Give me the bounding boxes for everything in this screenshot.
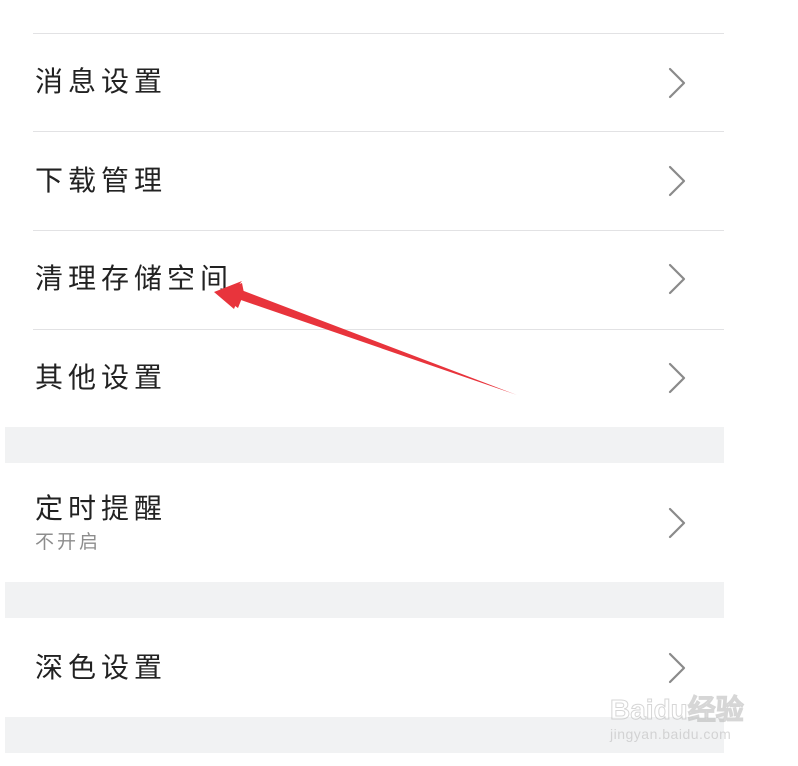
watermark-brand: Baidu经验 xyxy=(610,694,745,726)
watermark-url: jingyan.baidu.com xyxy=(610,726,732,742)
chevron-right-icon xyxy=(668,507,686,539)
settings-group-general: 消息设置 下载管理 清理存储空间 其他设置 xyxy=(5,0,724,427)
chevron-right-icon xyxy=(668,652,686,684)
settings-row-timed-reminder[interactable]: 定时提醒 不开启 xyxy=(5,463,724,582)
baidu-watermark: Baidu经验 jingyan.baidu.com xyxy=(610,688,760,748)
row-label: 消息设置 xyxy=(35,65,168,98)
settings-row-message[interactable]: 消息设置 xyxy=(5,34,724,132)
chevron-right-icon xyxy=(668,165,686,197)
chevron-right-icon xyxy=(668,362,686,394)
chevron-right-icon xyxy=(668,263,686,295)
row-status: 不开启 xyxy=(35,531,102,553)
settings-group-next xyxy=(5,753,724,766)
row-label: 清理存储空间 xyxy=(35,262,234,295)
settings-row-download[interactable]: 下载管理 xyxy=(5,132,724,231)
chevron-right-icon xyxy=(668,67,686,99)
settings-row-other[interactable]: 其他设置 xyxy=(5,330,724,427)
row-label: 深色设置 xyxy=(35,651,168,684)
settings-row-clear-storage[interactable]: 清理存储空间 xyxy=(5,231,724,330)
row-label: 下载管理 xyxy=(35,164,168,197)
row-label: 定时提醒 xyxy=(35,492,168,525)
row-label: 其他设置 xyxy=(35,361,168,394)
settings-group-reminder: 定时提醒 不开启 xyxy=(5,463,724,582)
